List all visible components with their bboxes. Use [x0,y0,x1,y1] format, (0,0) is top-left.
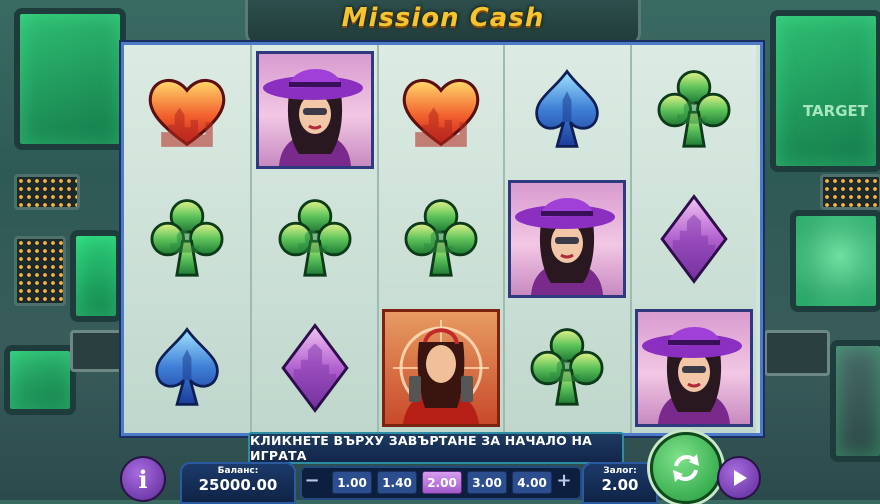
bet-chip[interactable]: 3.00 [467,471,507,494]
spade-symbol [505,48,629,172]
autoplay-button[interactable] [717,456,761,500]
diamond-symbol [252,306,376,430]
start-message: КЛИКНЕТЕ ВЪРХУ ЗАВЪРТАНЕ ЗА НАЧАЛО НА ИГ… [248,432,624,464]
bet-plus-button[interactable]: + [556,471,572,491]
right-target-screen: TARGET [770,10,880,172]
reel-3 [376,45,504,433]
balance-value: 25000.00 [198,476,278,494]
game-logo: Mission Cash [248,3,638,33]
left-console-screen [4,345,76,415]
bet-box: Залог: 2.00 [582,462,658,504]
play-icon [734,470,747,486]
left-led-panel [14,174,80,210]
left-map-screen [14,8,126,150]
logo-bar: Mission Cash [245,0,641,47]
bet-minus-button[interactable]: − [304,471,320,491]
bet-label: Залог: [603,466,637,476]
lady-symbol [252,48,376,172]
right-globe-screen [790,210,880,312]
bet-chip[interactable]: 4.00 [512,471,552,494]
right-led-panel [820,174,880,210]
bet-chip[interactable]: 2.00 [422,471,462,494]
lady-symbol [505,177,629,301]
club-symbol [124,177,250,301]
spade-symbol [124,306,250,430]
bet-value: 2.00 [601,476,639,494]
club-symbol [632,48,756,172]
left-grille [70,330,124,372]
agent-symbol [379,306,503,430]
diamond-symbol [632,177,756,301]
lady-symbol [632,306,756,430]
spin-button[interactable] [650,432,722,504]
reel-area [121,42,763,436]
right-console-panel [830,340,880,462]
balance-label: Баланс: [217,466,259,476]
club-symbol [505,306,629,430]
heart-symbol [124,48,250,172]
bet-chip[interactable]: 1.00 [332,471,372,494]
reel-4 [503,45,630,433]
club-symbol [379,177,503,301]
game-title: Mission Cash [341,3,545,33]
spin-arrows-icon [673,454,699,482]
info-button[interactable]: i [120,456,166,502]
reel-1 [124,45,251,433]
right-grille [764,330,830,376]
bet-chip[interactable]: 1.40 [377,471,417,494]
club-symbol [252,177,376,301]
reel-5 [629,45,756,433]
heart-symbol [379,48,503,172]
target-label: TARGET [802,102,868,120]
reel-2 [250,45,377,433]
info-icon: i [138,464,148,494]
left-small-screen [70,230,122,322]
left-led-panel-2 [14,236,66,306]
balance-box: Баланс: 25000.00 [180,462,296,504]
